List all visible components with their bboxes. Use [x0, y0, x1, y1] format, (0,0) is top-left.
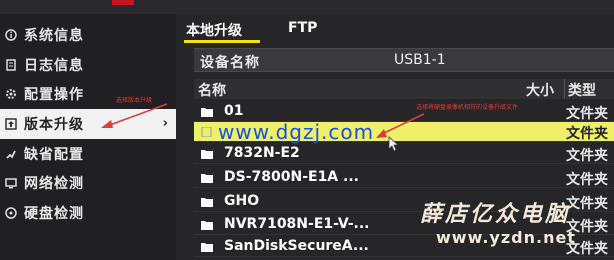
device-name-select[interactable]: USB1-1 — [394, 52, 446, 68]
column-header-type[interactable]: 类型 — [568, 80, 596, 100]
sidebar-item-label: 版本升级 — [24, 117, 84, 133]
info-icon — [4, 28, 18, 42]
sidebar-item-label: 网络检测 — [24, 176, 84, 192]
watermark-url: www.dgzj.com — [218, 120, 375, 144]
network-icon — [4, 176, 18, 190]
log-icon — [4, 58, 18, 72]
folder-icon — [201, 197, 213, 207]
folder-icon — [201, 220, 213, 230]
column-divider — [564, 79, 565, 99]
annotation-arrow-left — [101, 103, 168, 128]
tab-bar: 本地升级 FTP — [176, 14, 614, 44]
tab-local-upgrade[interactable]: 本地升级 — [186, 20, 242, 40]
folder-icon — [201, 107, 213, 117]
file-type: 文件夹 — [566, 148, 608, 164]
folder-icon — [201, 149, 213, 159]
column-header-size[interactable]: 大小 — [526, 80, 554, 100]
annotation-arrow-right — [376, 113, 425, 138]
sidebar-item-network-detect[interactable]: 网络检测 — [0, 168, 176, 198]
mouse-cursor-icon — [388, 136, 400, 152]
sidebar-item-label: 配置操作 — [24, 87, 84, 103]
table-row[interactable]: DS-7800N-E1A ... 文件夹 — [194, 168, 614, 188]
sidebar-item-label: 缺省配置 — [24, 147, 84, 163]
sidebar-item-label: 硬盘检测 — [24, 206, 84, 222]
annotation-select-file: 选择将硬盘录像机相符的设备升级文件 — [416, 104, 519, 111]
file-type: 文件夹 — [566, 106, 608, 122]
device-name-row: 设备名称 USB1-1 — [194, 48, 614, 72]
file-type: 文件夹 — [566, 172, 608, 188]
active-tab-indicator — [184, 40, 260, 43]
file-type: 文件夹 — [566, 196, 608, 212]
file-name: GHO — [224, 193, 260, 209]
file-table-header: 名称 大小 类型 — [194, 79, 614, 99]
sidebar-item-default-config[interactable]: 缺省配置 — [0, 139, 176, 169]
sidebar-item-label: 日志信息 — [24, 58, 84, 74]
sidebar-item-system-info[interactable]: 系统信息 — [0, 20, 176, 50]
sidebar-item-label: 系统信息 — [24, 28, 84, 44]
file-name: NVR7108N-E1-V-... — [224, 216, 370, 232]
file-icon — [201, 127, 213, 137]
file-name: DS-7800N-E1A ... — [224, 169, 359, 185]
default-config-icon — [4, 147, 18, 161]
file-name: 01 — [224, 103, 244, 119]
watermark-brand-url: www.yzdn.net — [436, 228, 576, 247]
brand-red-mark — [112, 0, 134, 5]
column-header-name[interactable]: 名称 — [198, 80, 226, 100]
file-name: 7832N-E2 — [224, 145, 300, 161]
table-row[interactable]: 7832N-E2 文件夹 — [194, 144, 614, 164]
watermark-brand: 薛店亿众电脑 — [420, 201, 571, 227]
sidebar-item-log-info[interactable]: 日志信息 — [0, 50, 176, 80]
disk-icon — [4, 206, 18, 220]
config-icon — [4, 87, 18, 101]
sidebar-item-disk-detect[interactable]: 硬盘检测 — [0, 198, 176, 228]
top-strip — [0, 0, 614, 14]
folder-icon — [201, 242, 213, 252]
upgrade-icon — [4, 117, 18, 131]
file-name: SanDiskSecureA... — [224, 238, 369, 254]
folder-icon — [201, 173, 213, 183]
device-name-label: 设备名称 — [200, 55, 260, 71]
tab-ftp[interactable]: FTP — [288, 20, 317, 36]
sidebar: 系统信息 日志信息 配置操作 版本升级 › 缺省配置 网络检测 硬盘检测 — [0, 14, 176, 260]
file-type: 文件夹 — [566, 126, 608, 142]
